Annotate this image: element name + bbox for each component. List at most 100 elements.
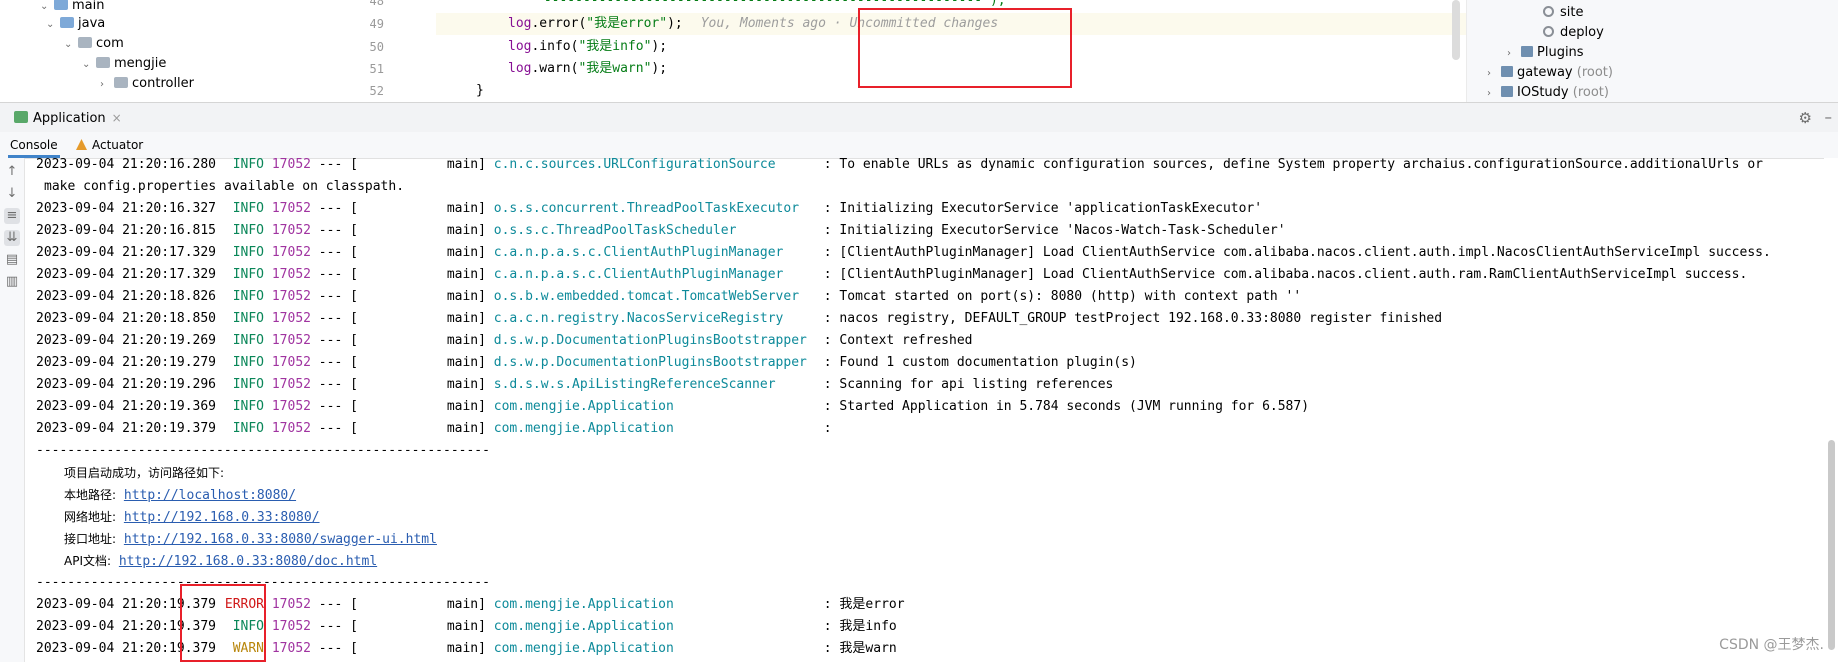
banner-link[interactable]: http://192.168.0.33:8080/swagger-ui.html <box>124 532 437 547</box>
tab-console[interactable]: Console <box>8 132 60 158</box>
chevron-down-icon[interactable]: ⌄ <box>64 35 78 55</box>
banner-title: 项目启动成功，访问路径如下: <box>64 466 225 480</box>
gear-icon[interactable]: ⚙ <box>1799 109 1812 127</box>
banner-label: 接口地址: <box>64 532 117 546</box>
maven-tree[interactable]: site deploy › Plugins › gateway (root) › IO… <box>1466 0 1838 102</box>
tree-item-suffix: (root) <box>1568 85 1609 100</box>
tree-item-deploy[interactable]: deploy <box>1543 23 1604 43</box>
log-level: INFO <box>232 311 265 326</box>
console-separator: ----------------------------------------… <box>36 443 490 458</box>
log-line: 2023-09-04 21:20:19.279 INFO 17052 --- [m… <box>36 352 1137 374</box>
log-logger: c.a.n.p.a.s.c.ClientAuthPluginManager <box>493 245 784 260</box>
chevron-right-icon[interactable]: › <box>100 75 114 95</box>
log-message: : 我是error <box>823 597 905 612</box>
tree-item-controller[interactable]: › controller <box>100 74 194 94</box>
log-pid: 17052 <box>271 267 311 282</box>
plugins-icon <box>1521 46 1533 57</box>
lifecycle-gear-icon <box>1543 6 1554 17</box>
arrow-down-icon[interactable]: ↓ <box>4 186 20 202</box>
log-message: : 我是warn <box>823 641 897 656</box>
tree-item-gateway[interactable]: › gateway (root) <box>1487 63 1613 83</box>
chevron-down-icon[interactable]: ⌄ <box>82 55 96 75</box>
code-string: "我是info" <box>578 39 652 54</box>
log-level: INFO <box>232 355 265 370</box>
log-thread: main] <box>446 377 486 392</box>
log-message: : 我是info <box>823 619 897 634</box>
ide-top-area: ⌄ main ⌄ java ⌄ com ⌄ mengjie › controller 48… <box>0 0 1838 102</box>
log-timestamp: 2023-09-04 21:20:19.269 <box>36 333 217 348</box>
log-thread: main] <box>446 201 486 216</box>
log-message: : Initializing ExecutorService 'Nacos-Wa… <box>823 223 1286 238</box>
tree-item-mengjie[interactable]: ⌄ mengjie <box>82 54 166 74</box>
tree-item-site[interactable]: site <box>1543 3 1583 23</box>
chevron-right-icon[interactable]: › <box>1487 84 1501 102</box>
log-separator: --- [ <box>310 223 358 238</box>
close-icon[interactable]: × <box>112 111 122 125</box>
banner-link[interactable]: http://192.168.0.33:8080/ <box>124 510 320 525</box>
log-separator: --- [ <box>310 201 358 216</box>
folder-icon <box>54 0 68 10</box>
minimize-icon[interactable]: – <box>1825 108 1833 126</box>
tree-item-label: deploy <box>1560 25 1604 40</box>
tree-item-iostudy[interactable]: › IOStudy (root) <box>1487 83 1609 102</box>
log-line: 2023-09-04 21:20:19.269 INFO 17052 --- [m… <box>36 330 973 352</box>
log-message: : nacos registry, DEFAULT_GROUP testProj… <box>823 311 1443 326</box>
log-logger: c.a.c.n.registry.NacosServiceRegistry <box>493 311 784 326</box>
log-pid: 17052 <box>271 421 311 436</box>
log-separator: --- [ <box>310 333 358 348</box>
log-message: : Scanning for api listing references <box>823 377 1114 392</box>
trash-icon[interactable]: ▥ <box>4 274 20 290</box>
folder-icon <box>60 17 74 28</box>
log-timestamp: 2023-09-04 21:20:16.280 <box>36 158 217 172</box>
log-pid: 17052 <box>271 158 311 172</box>
banner-link[interactable]: http://localhost:8080/ <box>124 488 296 503</box>
banner-row: 本地路径: http://localhost:8080/ <box>64 484 296 506</box>
log-timestamp: 2023-09-04 21:20:16.327 <box>36 201 217 216</box>
scroll-to-end-icon[interactable]: ⇊ <box>4 230 20 246</box>
print-icon[interactable]: ▤ <box>4 252 20 268</box>
log-message: : To enable URLs as dynamic configuratio… <box>823 158 1763 172</box>
log-separator: --- [ <box>310 597 358 612</box>
chevron-right-icon[interactable]: › <box>1487 64 1501 84</box>
log-level: INFO <box>232 223 265 238</box>
banner-row: 接口地址: http://192.168.0.33:8080/swagger-u… <box>64 528 437 550</box>
log-thread: main] <box>446 267 486 282</box>
log-timestamp: 2023-09-04 21:20:17.329 <box>36 267 217 282</box>
banner-link[interactable]: http://192.168.0.33:8080/doc.html <box>119 554 377 569</box>
project-tree[interactable]: ⌄ main ⌄ java ⌄ com ⌄ mengjie › controller <box>0 0 365 102</box>
editor-scrollbar[interactable] <box>1452 0 1460 60</box>
log-separator: --- [ <box>310 641 358 656</box>
arrow-up-icon[interactable]: ↑ <box>4 164 20 180</box>
maven-module-icon <box>1501 66 1513 77</box>
log-thread: main] <box>446 333 486 348</box>
code-editor[interactable]: 48 49 50 51 52 "------------------------… <box>364 0 1466 102</box>
log-timestamp: 2023-09-04 21:20:19.369 <box>36 399 217 414</box>
log-line-wrapped: make config.properties available on clas… <box>44 179 405 194</box>
console-output[interactable]: 2023-09-04 21:20:16.280 INFO 17052 --- [ m… <box>30 158 1820 662</box>
tree-item-label: controller <box>132 76 195 91</box>
code-tail: ); <box>651 39 668 54</box>
chevron-right-icon[interactable]: › <box>1507 44 1521 64</box>
soft-wrap-icon[interactable]: ≡ <box>4 208 20 224</box>
tree-item-label: site <box>1560 5 1584 20</box>
log-separator: --- [ <box>310 158 358 172</box>
run-tool-window-header: Application × ⚙ – <box>0 102 1838 133</box>
tree-item-com[interactable]: ⌄ com <box>64 34 124 54</box>
log-thread: main] <box>446 245 486 260</box>
chevron-down-icon[interactable]: ⌄ <box>46 15 60 35</box>
package-icon <box>96 57 110 68</box>
log-line: 2023-09-04 21:20:19.369 INFO 17052 --- [m… <box>36 396 1309 418</box>
log-separator: --- [ <box>310 311 358 326</box>
code-tail: ); <box>651 61 668 76</box>
log-pid: 17052 <box>271 245 311 260</box>
tab-actuator[interactable]: Actuator <box>76 132 143 158</box>
tree-item-java[interactable]: ⌄ java <box>46 14 105 34</box>
console-scrollbar-thumb[interactable] <box>1828 440 1835 650</box>
log-pid: 17052 <box>271 289 311 304</box>
actuator-icon <box>76 139 87 150</box>
maven-module-icon <box>1501 86 1513 97</box>
tree-item-plugins[interactable]: › Plugins <box>1507 43 1584 63</box>
log-level: INFO <box>232 158 265 172</box>
tab-application[interactable]: Application × <box>14 103 122 133</box>
code-string: "我是error" <box>586 16 668 31</box>
